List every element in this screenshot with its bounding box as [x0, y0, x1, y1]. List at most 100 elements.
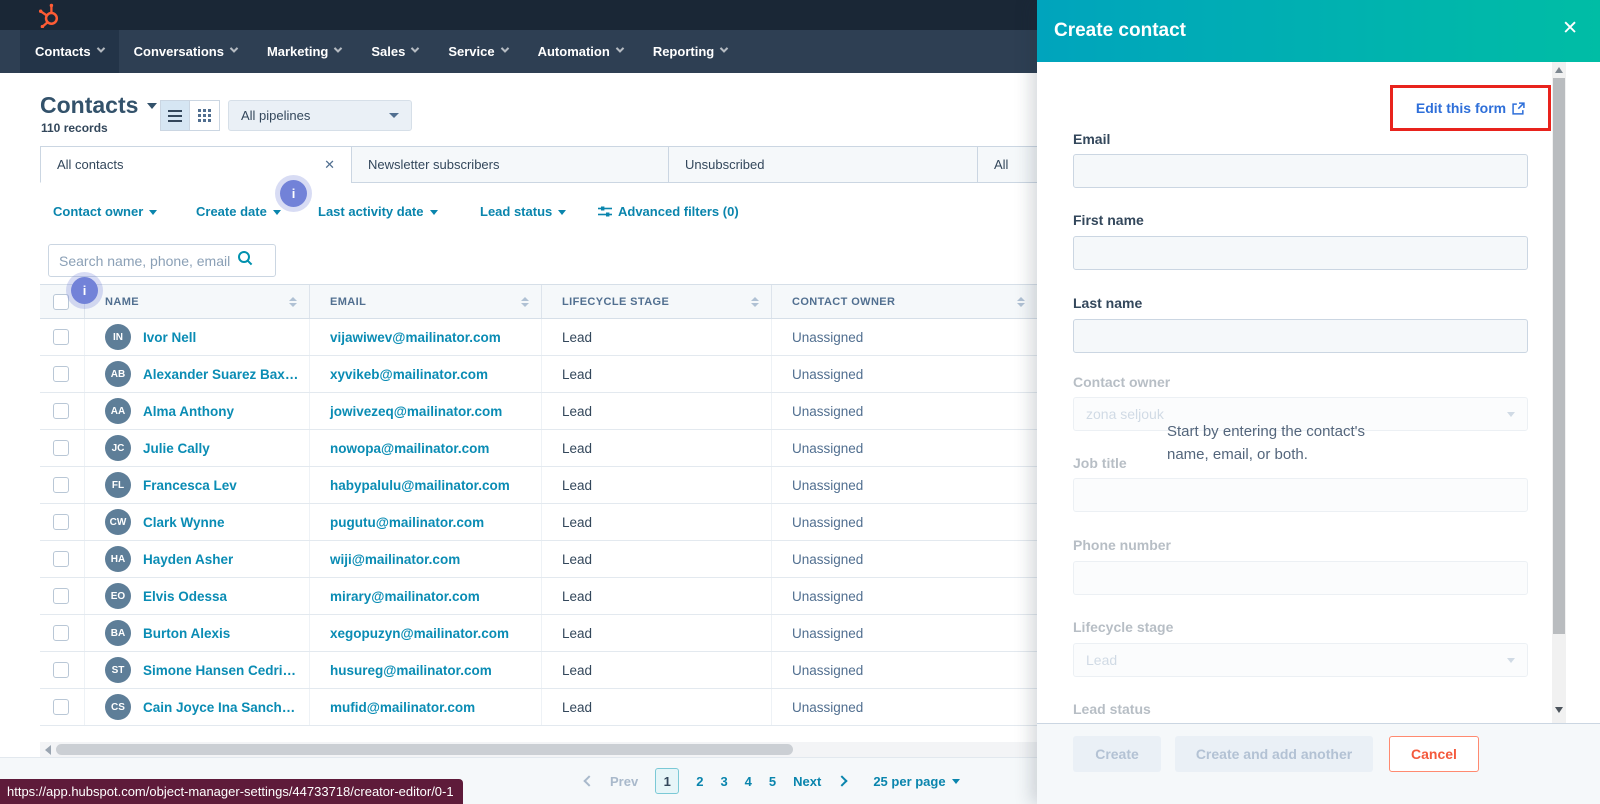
advanced-filters-button[interactable]: Advanced filters (0): [598, 204, 739, 219]
horizontal-scrollbar-thumb[interactable]: [56, 744, 793, 755]
email-field[interactable]: [1073, 154, 1528, 188]
nav-item-sales[interactable]: Sales: [356, 30, 433, 73]
contact-name-link[interactable]: Hayden Asher: [143, 552, 233, 567]
panel-scrollbar[interactable]: [1552, 62, 1566, 723]
column-header-email[interactable]: EMAIL: [310, 285, 542, 318]
page-button-5[interactable]: 5: [769, 774, 776, 789]
row-checkbox[interactable]: [53, 440, 69, 456]
info-beacon-search[interactable]: i: [71, 277, 98, 304]
filter-lead-status[interactable]: Lead status: [480, 204, 567, 219]
page-button-1[interactable]: 1: [655, 768, 680, 794]
row-checkbox[interactable]: [53, 329, 69, 345]
contact-email-link[interactable]: nowopa@mailinator.com: [330, 441, 489, 456]
close-tab-icon[interactable]: ✕: [324, 157, 335, 173]
select-all-checkbox[interactable]: [53, 293, 69, 310]
panel-scrollbar-thumb[interactable]: [1553, 78, 1565, 634]
avatar: HA: [105, 546, 131, 572]
contact-email-link[interactable]: habypalulu@mailinator.com: [330, 478, 510, 493]
nav-item-automation[interactable]: Automation: [523, 30, 638, 73]
table-row: FL Francesca Lev habypalulu@mailinator.co…: [40, 467, 1037, 504]
contact-name-link[interactable]: Francesca Lev: [143, 478, 237, 493]
next-page-chevron-icon[interactable]: [836, 775, 848, 787]
row-checkbox[interactable]: [53, 551, 69, 567]
list-view-toggle[interactable]: [160, 100, 190, 131]
phone-number-field[interactable]: [1073, 561, 1528, 595]
nav-item-service[interactable]: Service: [433, 30, 522, 73]
row-checkbox[interactable]: [53, 625, 69, 641]
contact-email-link[interactable]: xegopuzyn@mailinator.com: [330, 626, 509, 641]
tab-newsletter-subscribers[interactable]: Newsletter subscribers: [351, 146, 669, 183]
prev-page-chevron-icon[interactable]: [583, 775, 595, 787]
contact-name-link[interactable]: Clark Wynne: [143, 515, 225, 530]
contact-name-link[interactable]: Alma Anthony: [143, 404, 234, 419]
close-panel-icon[interactable]: ✕: [1562, 17, 1578, 40]
contact-name-link[interactable]: Elvis Odessa: [143, 589, 227, 604]
page-button-4[interactable]: 4: [745, 774, 752, 789]
table-row: ST Simone Hansen Cedri… husureg@mailinato…: [40, 652, 1037, 689]
next-page-button[interactable]: Next: [793, 774, 821, 789]
row-checkbox[interactable]: [53, 514, 69, 530]
filter-label: Create date: [196, 204, 267, 219]
scroll-up-arrow-icon[interactable]: [1555, 67, 1563, 73]
view-tabs: All contacts ✕ Newsletter subscribers Uns…: [40, 146, 1037, 183]
column-header-name[interactable]: NAME: [85, 285, 310, 318]
first-name-field[interactable]: [1073, 236, 1528, 270]
filter-contact-owner[interactable]: Contact owner: [53, 204, 158, 219]
lifecycle-stage-select[interactable]: Lead: [1073, 643, 1528, 677]
prev-page-button[interactable]: Prev: [610, 774, 638, 789]
create-button[interactable]: Create: [1073, 736, 1161, 772]
nav-item-conversations[interactable]: Conversations: [119, 30, 252, 73]
page-button-3[interactable]: 3: [720, 774, 727, 789]
contact-name-link[interactable]: Burton Alexis: [143, 626, 230, 641]
scroll-left-arrow-icon[interactable]: [45, 744, 51, 755]
hubspot-logo-icon[interactable]: [38, 3, 61, 33]
column-header-lifecycle-stage[interactable]: LIFECYCLE STAGE: [542, 285, 772, 318]
row-checkbox[interactable]: [53, 403, 69, 419]
lifecycle-stage-value: Lead: [562, 662, 593, 678]
contact-name-link[interactable]: Ivor Nell: [143, 330, 196, 345]
page-button-2[interactable]: 2: [696, 774, 703, 789]
tab-all[interactable]: All: [977, 146, 1037, 183]
cancel-button[interactable]: Cancel: [1389, 736, 1479, 772]
board-view-toggle[interactable]: [190, 100, 220, 131]
pipelines-dropdown[interactable]: All pipelines: [228, 100, 412, 131]
last-name-field[interactable]: [1073, 319, 1528, 353]
row-checkbox[interactable]: [53, 662, 69, 678]
nav-item-reporting[interactable]: Reporting: [638, 30, 742, 73]
per-page-dropdown[interactable]: 25 per page: [873, 774, 960, 789]
tab-all-contacts[interactable]: All contacts ✕: [40, 146, 352, 183]
row-checkbox[interactable]: [53, 699, 69, 715]
row-checkbox[interactable]: [53, 588, 69, 604]
row-checkbox[interactable]: [53, 477, 69, 493]
contact-name-link[interactable]: Alexander Suarez Bax…: [143, 367, 298, 382]
contact-email-link[interactable]: jowivezeq@mailinator.com: [330, 404, 502, 419]
page-title[interactable]: Contacts: [40, 92, 158, 119]
nav-item-contacts[interactable]: Contacts: [20, 30, 119, 73]
contact-email-link[interactable]: husureg@mailinator.com: [330, 663, 492, 678]
scroll-down-arrow-icon[interactable]: [1555, 707, 1563, 713]
contact-email-link[interactable]: mirary@mailinator.com: [330, 589, 480, 604]
row-checkbox[interactable]: [53, 366, 69, 382]
horizontal-scrollbar[interactable]: [40, 742, 1037, 757]
search-icon: [237, 250, 253, 271]
contact-email-link[interactable]: wiji@mailinator.com: [330, 552, 460, 567]
contact-email-link[interactable]: mufid@mailinator.com: [330, 700, 475, 715]
nav-item-marketing[interactable]: Marketing: [252, 30, 356, 73]
phone-number-label: Phone number: [1073, 537, 1172, 553]
tab-unsubscribed[interactable]: Unsubscribed: [668, 146, 978, 183]
search-input[interactable]: [49, 245, 235, 276]
contact-email-link[interactable]: xyvikeb@mailinator.com: [330, 367, 488, 382]
info-beacon-create-date[interactable]: i: [280, 180, 307, 207]
job-title-field[interactable]: [1073, 478, 1528, 512]
filter-last-activity-date[interactable]: Last activity date: [318, 204, 438, 219]
contact-name-link[interactable]: Cain Joyce Ina Sanch…: [143, 700, 295, 715]
edit-this-form-link[interactable]: Edit this form: [1416, 100, 1525, 116]
contact-name-link[interactable]: Julie Cally: [143, 441, 210, 456]
contact-email-link[interactable]: pugutu@mailinator.com: [330, 515, 484, 530]
pipelines-value: All pipelines: [241, 108, 311, 123]
create-and-add-another-button[interactable]: Create and add another: [1175, 736, 1373, 772]
contact-email-link[interactable]: vijawiwev@mailinator.com: [330, 330, 501, 345]
column-header-contact-owner[interactable]: CONTACT OWNER: [772, 285, 1037, 318]
filter-create-date[interactable]: Create date: [196, 204, 281, 219]
contact-name-link[interactable]: Simone Hansen Cedri…: [143, 663, 296, 678]
